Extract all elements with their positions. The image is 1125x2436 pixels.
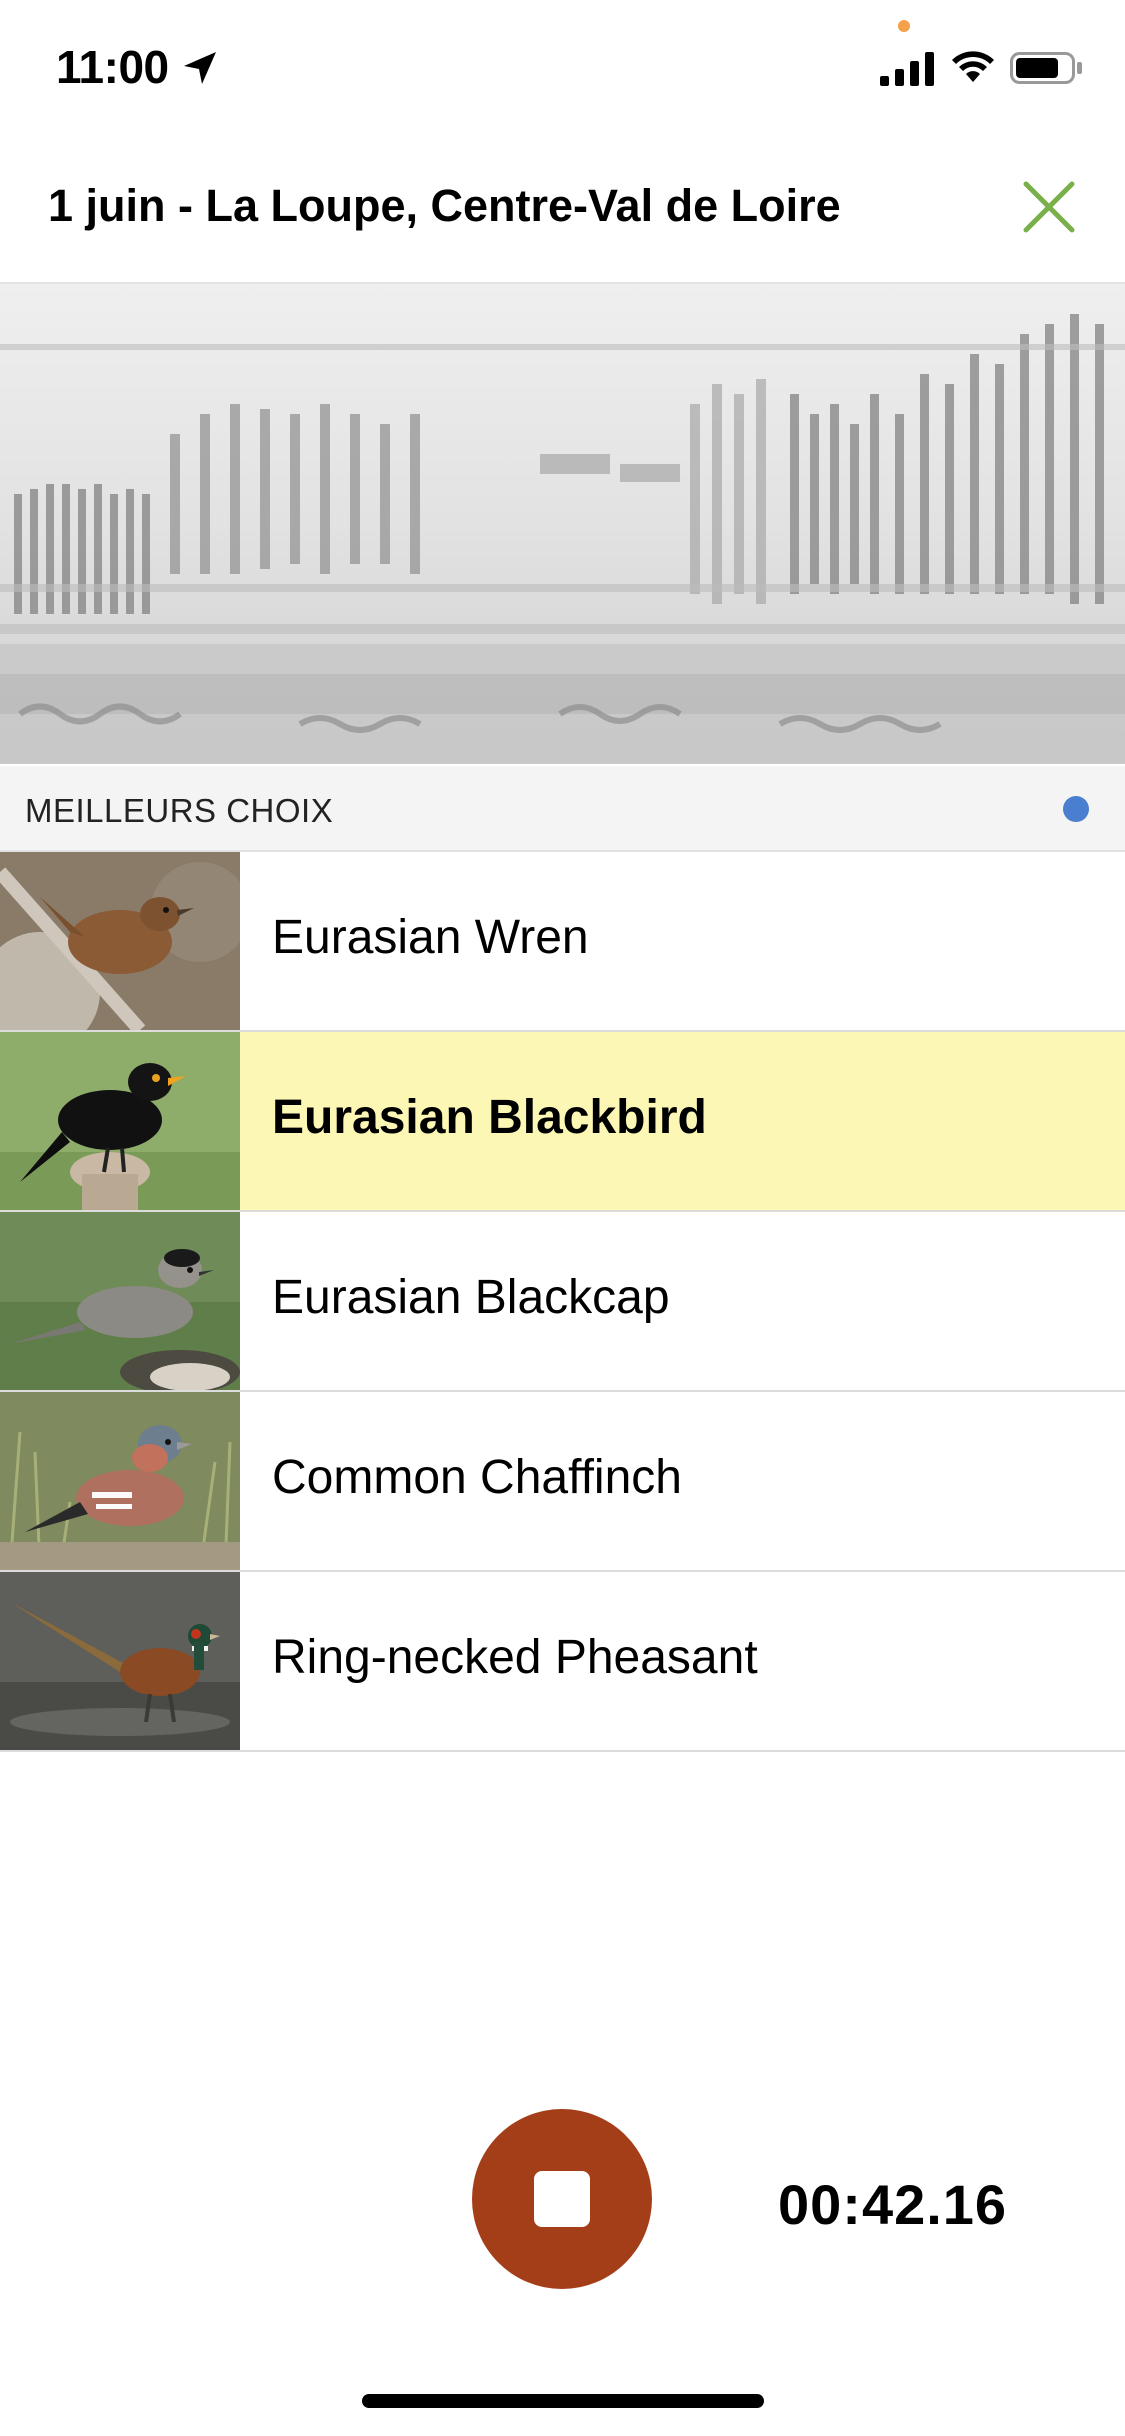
close-icon[interactable]: [1018, 176, 1080, 238]
species-row-eurasian-wren[interactable]: Eurasian Wren: [0, 852, 1125, 1032]
pheasant-image: [0, 1572, 240, 1750]
species-name: Eurasian Blackbird: [272, 1091, 707, 1144]
section-header: MEILLEURS CHOIX: [0, 766, 1125, 852]
species-name: Ring-necked Pheasant: [272, 1631, 758, 1684]
blackbird-image: [0, 1032, 240, 1210]
species-row-common-chaffinch[interactable]: Common Chaffinch: [0, 1392, 1125, 1572]
species-photo: [0, 852, 240, 1030]
cellular-signal-icon: [880, 52, 934, 86]
page-title: 1 juin - La Loupe, Centre-Val de Loire: [48, 180, 841, 231]
status-bar: 11:00: [0, 0, 1125, 135]
spectrogram: [0, 284, 1125, 764]
home-indicator[interactable]: [362, 2394, 764, 2408]
location-arrow-icon: [184, 52, 216, 84]
section-title: MEILLEURS CHOIX: [25, 792, 334, 829]
wifi-icon: [952, 51, 994, 82]
species-row-eurasian-blackbird[interactable]: Eurasian Blackbird: [0, 1032, 1125, 1212]
stop-icon: [534, 2171, 590, 2227]
spectrogram-image: [0, 284, 1125, 764]
privacy-indicator-dot: [898, 20, 910, 32]
stop-recording-button[interactable]: [472, 2109, 652, 2289]
status-dot: [1063, 796, 1089, 822]
species-photo: [0, 1032, 240, 1210]
wren-image: [0, 852, 240, 1030]
species-photo: [0, 1212, 240, 1390]
chaffinch-image: [0, 1392, 240, 1570]
species-name: Common Chaffinch: [272, 1451, 682, 1504]
battery-icon: [1010, 52, 1082, 84]
species-name: Eurasian Wren: [272, 911, 589, 964]
species-photo: [0, 1572, 240, 1750]
recording-timer: 00:42.16: [778, 2173, 1008, 2236]
species-list: Eurasian Wren Eurasian Blackbird Eurasia…: [0, 852, 1125, 1752]
species-photo: [0, 1392, 240, 1570]
species-name: Eurasian Blackcap: [272, 1271, 670, 1324]
species-row-eurasian-blackcap[interactable]: Eurasian Blackcap: [0, 1212, 1125, 1392]
recording-header: 1 juin - La Loupe, Centre-Val de Loire: [0, 150, 1125, 284]
status-time: 11:00: [56, 41, 169, 93]
blackcap-image: [0, 1212, 240, 1390]
species-row-ring-necked-pheasant[interactable]: Ring-necked Pheasant: [0, 1572, 1125, 1752]
